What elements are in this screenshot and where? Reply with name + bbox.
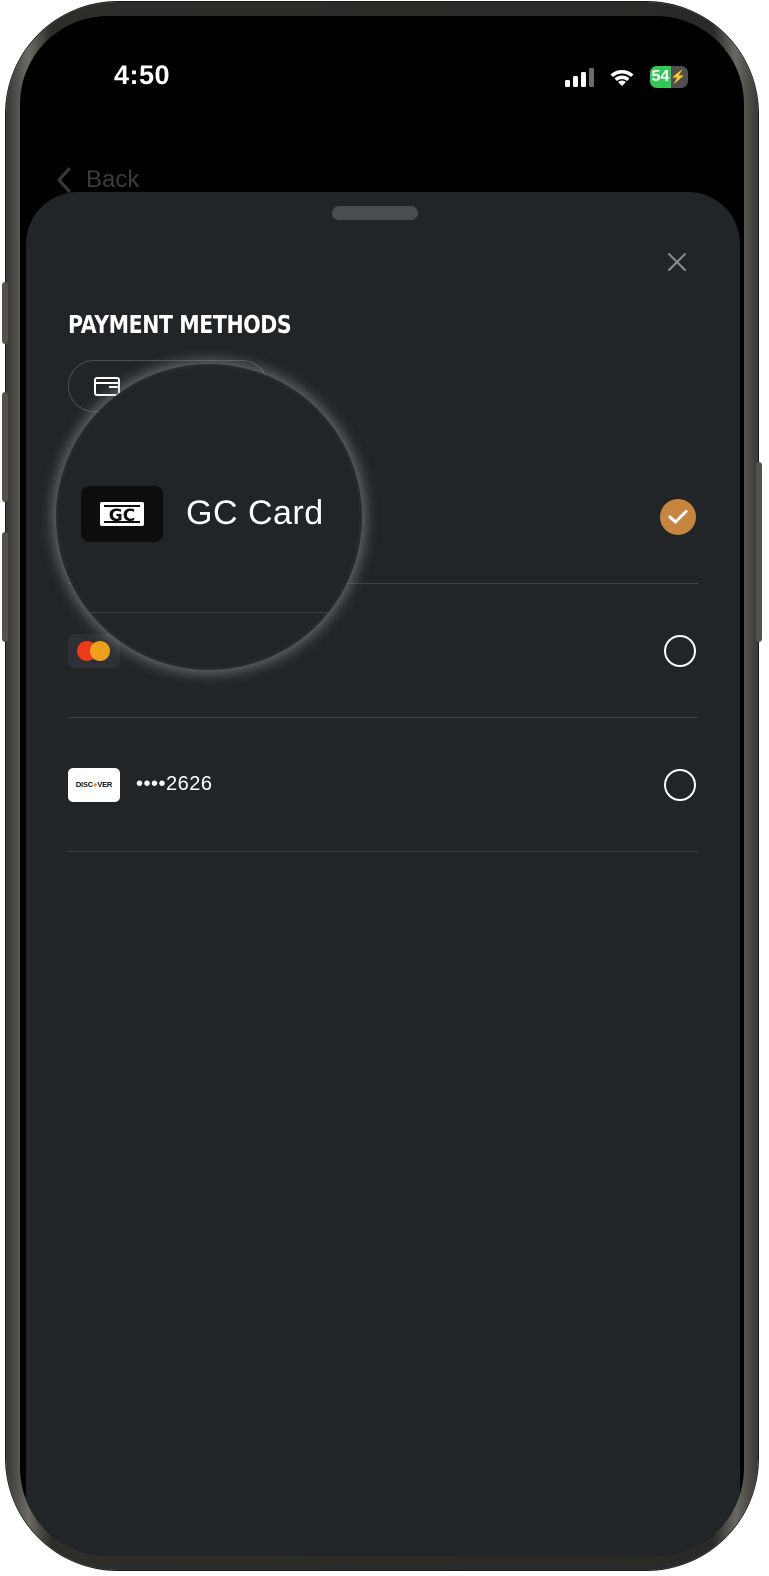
divider (56, 612, 362, 613)
payment-row-discover[interactable]: DISC ● VER ••••2626 (68, 718, 698, 852)
gc-logo-icon: GC (100, 502, 144, 526)
action-button (2, 282, 8, 344)
power-button (756, 462, 762, 642)
cellular-signal-icon (565, 67, 594, 87)
mastercard-logo-icon (68, 633, 120, 668)
discover-logo-icon: DISC ● VER (68, 767, 120, 802)
back-label: Back (86, 166, 140, 193)
close-icon (668, 253, 686, 271)
wifi-icon (610, 70, 634, 86)
back-button[interactable]: Back (56, 166, 139, 194)
gc-card-label: GC Card (186, 494, 324, 532)
status-time: 4:50 (114, 60, 171, 90)
screen: 4:50 54 ⚡ Back PAYMENT METHODS DISC ● VE… (20, 16, 744, 1556)
sheet-title: PAYMENT METHODS (68, 310, 292, 339)
close-button[interactable] (664, 250, 690, 276)
card-masked-number: ••••2626 (136, 773, 213, 795)
battery-level: 54 (651, 68, 670, 85)
volume-up-button (2, 392, 8, 502)
magnifier-lens: GC GC Card (56, 364, 362, 670)
volume-down-button (2, 532, 8, 642)
payment-methods-sheet: PAYMENT METHODS DISC ● VER ••••2626 GC G… (26, 192, 740, 1556)
sheet-grabber[interactable] (332, 206, 418, 220)
phone-frame: 4:50 54 ⚡ Back PAYMENT METHODS DISC ● VE… (2, 2, 762, 1570)
status-icons: 54 ⚡ (565, 66, 688, 88)
selected-check-icon[interactable] (660, 498, 696, 535)
chevron-left-icon (57, 167, 71, 193)
radio-button[interactable] (664, 768, 696, 801)
charging-bolt-icon: ⚡ (670, 69, 687, 84)
radio-button[interactable] (664, 634, 696, 667)
battery-icon: 54 ⚡ (650, 66, 688, 88)
gc-card-logo: GC (81, 486, 163, 542)
